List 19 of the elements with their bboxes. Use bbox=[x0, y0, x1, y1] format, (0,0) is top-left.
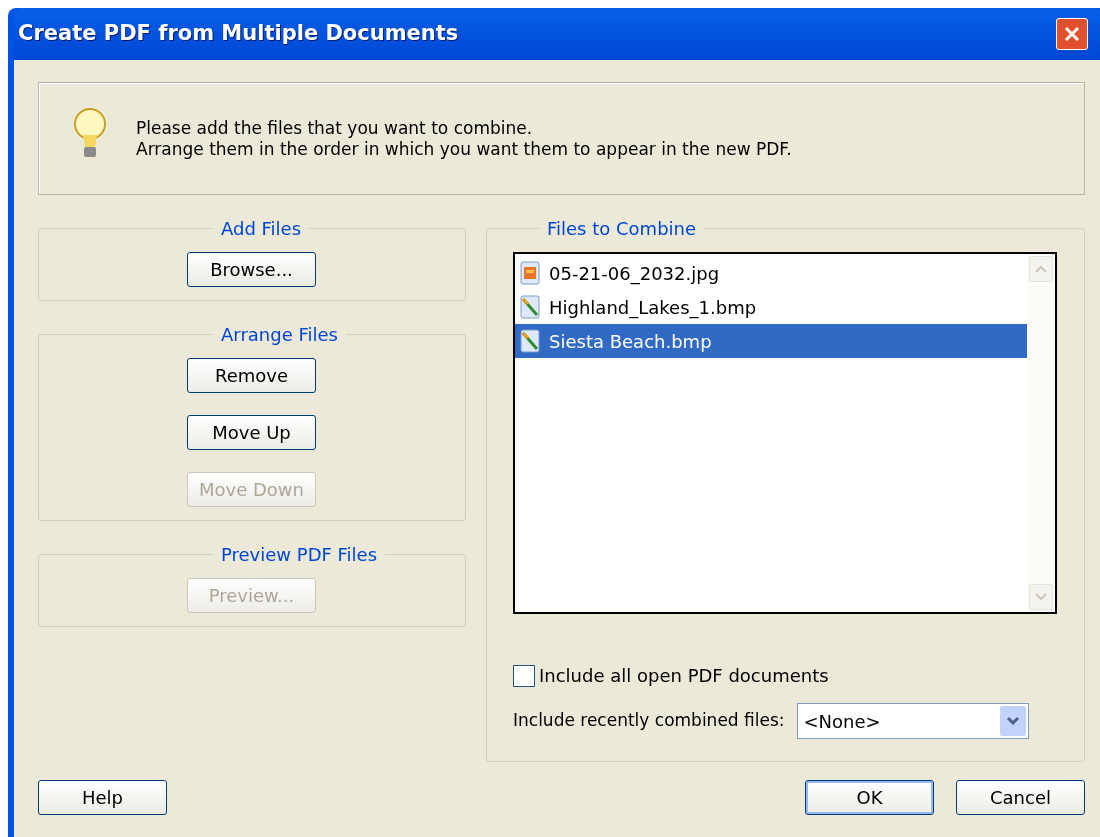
group-title: Preview PDF Files bbox=[220, 543, 379, 567]
file-list-item[interactable]: Siesta Beach.bmp bbox=[515, 324, 1027, 358]
push-button[interactable]: Remove bbox=[187, 358, 316, 393]
push-button[interactable]: OK bbox=[805, 780, 934, 815]
info-text: Arrange them in the order in which you want them to appear in the new PDF. bbox=[136, 138, 792, 160]
push-button[interactable]: Move Up bbox=[187, 415, 316, 450]
recent-files-dropdown[interactable]: <None> bbox=[796, 703, 1029, 739]
info-text: Please add the files that you want to combine. bbox=[136, 117, 534, 139]
group-title: Add Files bbox=[220, 217, 303, 241]
file-list-item[interactable]: 05-21-06_2032.jpg bbox=[515, 256, 1027, 290]
file-list-item[interactable]: Highland_Lakes_1.bmp bbox=[515, 290, 1027, 324]
recent-files-label: Include recently combined files: bbox=[513, 709, 785, 733]
checkbox-label: Include all open PDF documents bbox=[539, 664, 829, 688]
group-title: Arrange Files bbox=[220, 323, 339, 347]
push-button[interactable]: Help bbox=[38, 780, 167, 815]
push-button[interactable]: Cancel bbox=[956, 780, 1085, 815]
window-title: Create PDF from Multiple Documents bbox=[18, 20, 459, 48]
group-title: Files to Combine bbox=[546, 217, 698, 241]
push-button[interactable]: Browse... bbox=[187, 252, 316, 287]
